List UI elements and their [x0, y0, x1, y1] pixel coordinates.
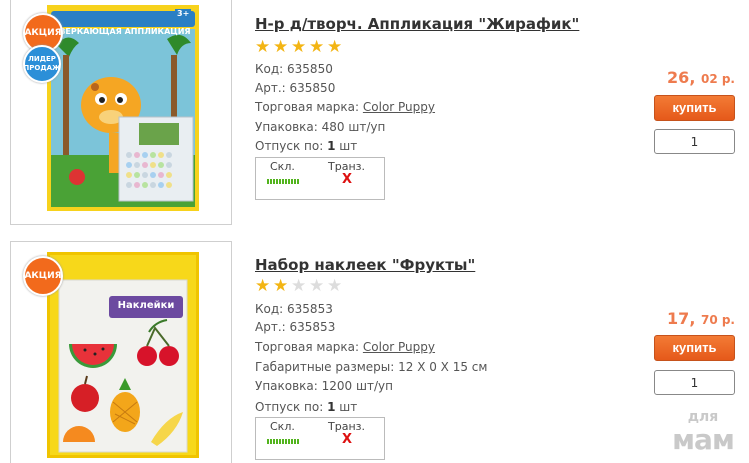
brand-label: Торговая марка:: [255, 340, 360, 354]
product-min-order: Отпуск по: 1 шт: [255, 400, 357, 414]
stock-level-bar: [267, 179, 299, 184]
star-filled-icon: ★: [255, 37, 271, 57]
product-title-link[interactable]: Набор наклеек "Фрукты": [255, 256, 475, 274]
rating-stars: ★ ★ ★ ★ ★: [255, 39, 344, 56]
price-rubles: 26,: [667, 68, 696, 87]
star-filled-icon: ★: [273, 276, 289, 296]
image-caption: Наклейки: [117, 300, 175, 311]
product-article: Арт.: 635850: [255, 81, 335, 95]
product-packaging: Упаковка: 1200 шт/уп: [255, 379, 393, 393]
product-code: Код: 635853: [255, 302, 333, 316]
min-order-label: Отпуск по:: [255, 400, 324, 414]
price-kopecks: 70 р.: [700, 313, 735, 327]
brand-link[interactable]: Color Puppy: [363, 340, 435, 354]
rating-stars: ★ ★ ★ ★ ★: [255, 278, 344, 295]
buy-button[interactable]: купить: [654, 335, 735, 361]
price: 17, 70 р.: [667, 309, 735, 328]
image-caption: СВЕРКАЮЩАЯ АППЛИКАЦИЯ: [53, 27, 191, 36]
availability-box: Скл. Транз. X: [255, 417, 385, 460]
product-packaging: Упаковка: 480 шт/уп: [255, 120, 385, 134]
product-title-link[interactable]: Н-р д/творч. Аппликация "Жирафик": [255, 15, 579, 33]
bestseller-badge: ЛИДЕР ПРОДАЖ: [23, 45, 61, 83]
age-badge: 3+: [175, 9, 192, 18]
min-order-label: Отпуск по:: [255, 139, 324, 153]
star-filled-icon: ★: [273, 37, 289, 57]
product-brand: Торговая марка: Color Puppy: [255, 100, 435, 114]
sale-badge: АКЦИЯ: [23, 256, 63, 296]
quantity-input[interactable]: [654, 129, 735, 154]
dimensions-value: 12 X 0 X 15 см: [398, 360, 488, 374]
availability-box: Скл. Транз. X: [255, 157, 385, 200]
min-order-unit: шт: [339, 400, 358, 414]
brand-label: Торговая марка:: [255, 100, 360, 114]
product-dimensions: Габаритные размеры: 12 X 0 X 15 см: [255, 360, 487, 374]
pack-label: Упаковка:: [255, 379, 318, 393]
stock-level-bar: [267, 439, 299, 444]
article-label: Арт.:: [255, 81, 286, 95]
product-card: СВЕРКАЮЩАЯ АППЛИКАЦИЯ 3+ АКЦИЯ ЛИДЕР ПРО…: [0, 0, 749, 235]
product-brand: Торговая марка: Color Puppy: [255, 340, 435, 354]
warehouse-label: Скл.: [270, 420, 295, 433]
price-rubles: 17,: [667, 309, 696, 328]
site-watermark-logo: для мам: [663, 409, 743, 455]
star-empty-icon: ★: [327, 276, 343, 296]
article-label: Арт.:: [255, 320, 286, 334]
warehouse-label: Скл.: [270, 160, 295, 173]
code-label: Код:: [255, 62, 284, 76]
star-empty-icon: ★: [309, 276, 325, 296]
star-empty-icon: ★: [291, 276, 307, 296]
quantity-input[interactable]: [654, 370, 735, 395]
watermark-line-2: мам: [672, 423, 735, 456]
product-image[interactable]: СВЕРКАЮЩАЯ АППЛИКАЦИЯ 3+ АКЦИЯ ЛИДЕР ПРО…: [10, 0, 232, 225]
min-order-unit: шт: [339, 139, 358, 153]
code-value: 635850: [287, 62, 333, 76]
star-filled-icon: ★: [291, 37, 307, 57]
pack-label: Упаковка:: [255, 120, 318, 134]
code-label: Код:: [255, 302, 284, 316]
price: 26, 02 р.: [667, 68, 735, 87]
product-image[interactable]: Наклейки АКЦИЯ: [10, 241, 232, 463]
min-order-qty: 1: [327, 400, 336, 414]
product-min-order: Отпуск по: 1 шт: [255, 139, 357, 153]
price-kopecks: 02 р.: [700, 72, 735, 86]
pack-value: 480 шт/уп: [321, 120, 386, 134]
transit-unavailable-icon: X: [342, 432, 353, 447]
star-filled-icon: ★: [309, 37, 325, 57]
transit-unavailable-icon: X: [342, 172, 353, 187]
brand-link[interactable]: Color Puppy: [363, 100, 435, 114]
min-order-qty: 1: [327, 139, 336, 153]
buy-button[interactable]: купить: [654, 95, 735, 121]
product-code: Код: 635850: [255, 62, 333, 76]
pack-value: 1200 шт/уп: [321, 379, 393, 393]
product-image-fruits: [47, 252, 199, 458]
article-value: 635853: [289, 320, 336, 334]
article-value: 635850: [289, 81, 336, 95]
star-filled-icon: ★: [255, 276, 271, 296]
code-value: 635853: [287, 302, 333, 316]
star-filled-icon: ★: [327, 37, 343, 57]
product-article: Арт.: 635853: [255, 320, 335, 334]
product-card: Наклейки АКЦИЯ Набор наклеек "Фрукты" ★ ★…: [0, 240, 749, 463]
dimensions-label: Габаритные размеры:: [255, 360, 395, 374]
